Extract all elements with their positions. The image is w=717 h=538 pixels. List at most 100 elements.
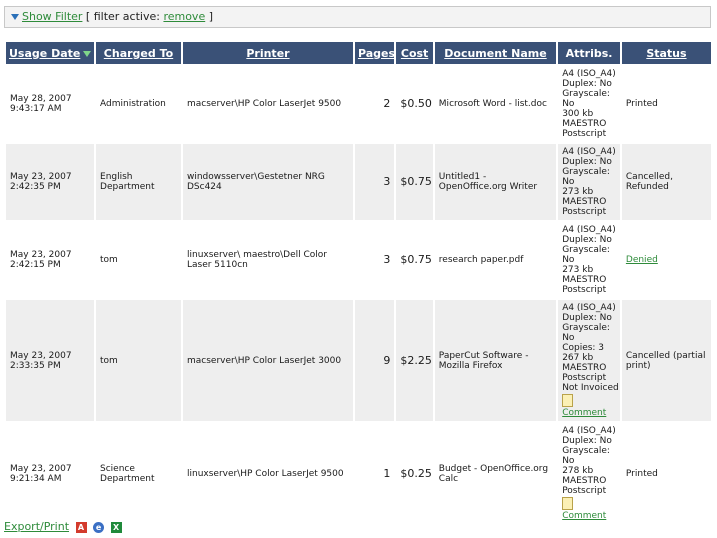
printer-cell: linuxserver\HP Color LaserJet 9500 xyxy=(182,423,353,524)
attrib-line: 300 kb xyxy=(562,109,594,119)
status-text: Printed xyxy=(625,99,658,109)
page-count: 9 xyxy=(383,353,391,367)
pdf-icon[interactable]: A xyxy=(75,521,87,533)
attribs-cell: A4 (ISO_A4) Duplex: No Grayscale: No 278 kb M… xyxy=(558,423,620,524)
status-text: Cancelled (partial print) xyxy=(625,350,706,371)
attrib-line: Grayscale: xyxy=(562,323,610,333)
job-cost: $0.50 xyxy=(400,97,432,110)
attrib-line: No xyxy=(562,456,575,466)
table-row: May 28, 2007 9:43:17 AM Administration macs… xyxy=(6,66,711,142)
filter-active-prefix: [ filter active: xyxy=(85,10,164,23)
usage-date: May 23, 2007 xyxy=(10,350,72,361)
column-header-printer[interactable]: Printer xyxy=(182,42,353,64)
attribs-cell: A4 (ISO_A4) Duplex: No Grayscale: No Copies:… xyxy=(558,300,620,421)
cost-cell: $0.50 xyxy=(396,66,433,142)
printer-cell: macserver\HP Color LaserJet 9500 xyxy=(182,66,353,142)
usage-date: May 28, 2007 xyxy=(10,94,72,104)
document-name: research paper.pdf xyxy=(438,255,524,265)
attrib-line: Copies: 3 xyxy=(562,343,605,353)
status-link[interactable]: Denied xyxy=(626,255,658,265)
usage-date: May 23, 2007 xyxy=(10,463,72,474)
attrib-line: Grayscale: xyxy=(562,167,610,177)
attrib-line: MAESTRO xyxy=(562,363,607,373)
expand-triangle-icon[interactable] xyxy=(11,14,19,20)
attrib-line: No xyxy=(562,255,575,265)
column-header-attribs: Attribs. xyxy=(558,42,620,64)
status-text: Printed xyxy=(625,468,658,479)
attrib-line: 267 kb xyxy=(562,353,594,363)
charged-to-cell: tom xyxy=(96,300,181,421)
export-bar: Export/Print A e X xyxy=(4,520,122,534)
comment-link[interactable]: Comment xyxy=(562,408,616,418)
print-log-table: Usage Date Charged To Printer Pages Cost… xyxy=(4,40,713,526)
printer-name: linuxserver\HP Color LaserJet 9500 xyxy=(186,468,344,479)
column-header-status[interactable]: Status xyxy=(621,42,711,64)
document-cell: research paper.pdf xyxy=(434,222,557,298)
pages-cell: 9 xyxy=(354,300,395,421)
attrib-line: Duplex: No xyxy=(562,79,612,89)
usage-time: 9:21:34 AM xyxy=(10,473,62,484)
export-print-link[interactable]: Export/Print xyxy=(4,520,69,533)
comment-link[interactable]: Comment xyxy=(562,511,616,521)
printer-name: macserver\HP Color LaserJet 9500 xyxy=(186,99,342,109)
sort-descending-icon[interactable] xyxy=(83,50,92,57)
usage-time: 2:33:35 PM xyxy=(10,360,61,371)
excel-icon[interactable]: X xyxy=(110,521,122,533)
table-header-row: Usage Date Charged To Printer Pages Cost… xyxy=(6,42,711,64)
note-icon[interactable] xyxy=(562,497,574,510)
status-cell: Cancelled (partial print) xyxy=(621,300,711,421)
status-cell: Printed xyxy=(621,66,711,142)
table-row: May 23, 2007 2:42:35 PM English Department… xyxy=(6,144,711,220)
usage-time: 9:43:17 AM xyxy=(10,104,62,114)
printer-cell: windowsserver\Gestetner NRG DSc424 xyxy=(182,144,353,220)
html-icon[interactable]: e xyxy=(93,521,105,533)
attrib-line: No xyxy=(562,99,575,109)
attrib-line: No xyxy=(562,177,575,187)
column-header-pages[interactable]: Pages xyxy=(354,42,395,64)
attrib-line: Duplex: No xyxy=(562,436,612,446)
attrib-line: 273 kb xyxy=(562,265,594,275)
column-header-charged-to[interactable]: Charged To xyxy=(96,42,181,64)
note-icon[interactable] xyxy=(562,394,574,407)
usage-date-cell: May 23, 2007 2:42:15 PM xyxy=(6,222,95,298)
column-header-cost[interactable]: Cost xyxy=(396,42,433,64)
usage-date-cell: May 23, 2007 2:33:35 PM xyxy=(6,300,95,421)
charged-to: English Department xyxy=(100,172,155,192)
cost-cell: $2.25 xyxy=(396,300,433,421)
attrib-line: Postscript xyxy=(562,373,607,383)
charged-to: Science Department xyxy=(100,463,155,484)
job-cost: $0.75 xyxy=(400,175,432,188)
attrib-line: 273 kb xyxy=(562,187,594,197)
table-row: May 23, 2007 2:42:15 PM tom linuxserver\ ma… xyxy=(6,222,711,298)
column-header-usage-date[interactable]: Usage Date xyxy=(6,42,95,64)
document-name: PaperCut Software - Mozilla Firefox xyxy=(438,350,529,371)
status-cell: Denied xyxy=(621,222,711,298)
attrib-line: A4 (ISO_A4) xyxy=(562,303,616,313)
status-cell: Printed xyxy=(621,423,711,524)
usage-date-cell: May 23, 2007 9:21:34 AM xyxy=(6,423,95,524)
page-count: 1 xyxy=(383,466,391,480)
attrib-line: MAESTRO xyxy=(562,119,607,129)
pages-cell: 3 xyxy=(354,222,395,298)
attrib-line: Duplex: No xyxy=(562,313,612,323)
show-filter-link[interactable]: Show Filter xyxy=(22,10,82,23)
attrib-line: MAESTRO xyxy=(562,275,607,285)
column-header-document-name[interactable]: Document Name xyxy=(434,42,557,64)
charged-to-cell: English Department xyxy=(96,144,181,220)
attrib-line: Grayscale: xyxy=(562,89,610,99)
attrib-line: A4 (ISO_A4) xyxy=(562,147,616,157)
attrib-line: Duplex: No xyxy=(562,157,612,167)
usage-time: 2:42:35 PM xyxy=(10,182,61,192)
charged-to: tom xyxy=(100,255,118,265)
charged-to: Administration xyxy=(100,99,166,109)
attrib-line: Grayscale: xyxy=(562,245,610,255)
attrib-line: Postscript xyxy=(562,129,607,139)
attrib-line: A4 (ISO_A4) xyxy=(562,225,616,235)
job-cost: $0.75 xyxy=(400,253,432,266)
printer-name: windowsserver\Gestetner NRG DSc424 xyxy=(186,172,325,192)
attrib-line: A4 (ISO_A4) xyxy=(562,426,616,436)
remove-filter-link[interactable]: remove xyxy=(163,10,205,23)
printer-cell: linuxserver\ maestro\Dell Color Laser 51… xyxy=(182,222,353,298)
filter-active-suffix: ] xyxy=(205,10,214,23)
page-count: 3 xyxy=(383,253,391,266)
